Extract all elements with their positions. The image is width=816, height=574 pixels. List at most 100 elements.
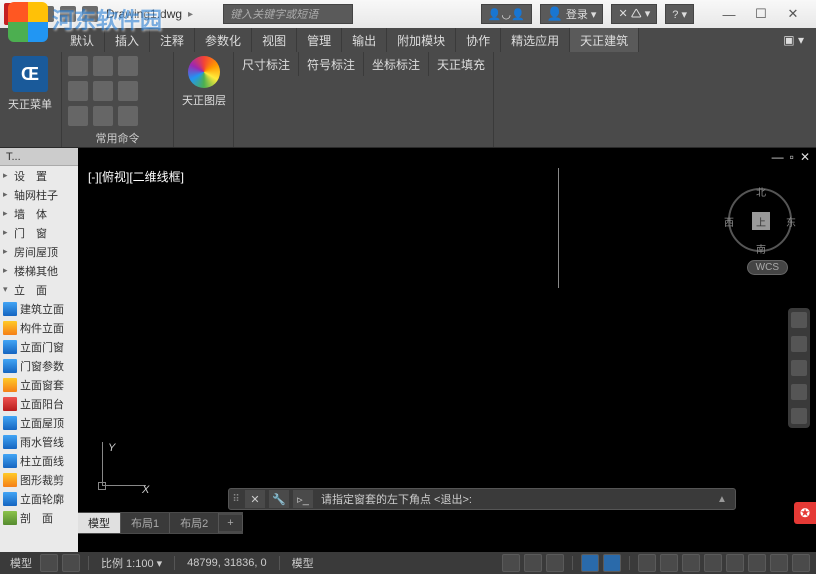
- palette-item[interactable]: 构件立面: [0, 318, 78, 337]
- palette-item[interactable]: 雨水管线: [0, 432, 78, 451]
- palette-item[interactable]: 立面屋顶: [0, 413, 78, 432]
- status-toggle[interactable]: [770, 554, 788, 572]
- login-button[interactable]: 👤登录 ▾: [540, 4, 604, 24]
- status-toggle[interactable]: [524, 554, 542, 572]
- drawing-canvas[interactable]: — ▫ ✕ [-][俯视][二维线框] 上 北 南 东 西 WCS Y X: [78, 148, 816, 554]
- qat-btn[interactable]: [60, 6, 76, 22]
- tool-icon[interactable]: [93, 81, 113, 101]
- palette-item[interactable]: 门窗参数: [0, 356, 78, 375]
- nav-zoom-icon[interactable]: [791, 360, 807, 376]
- tool-icon[interactable]: [68, 56, 88, 76]
- palette-group[interactable]: ▸房间屋顶: [0, 242, 78, 261]
- menu-default[interactable]: 默认: [60, 28, 105, 52]
- tab-add[interactable]: +: [219, 515, 242, 531]
- grip-icon[interactable]: ⠿: [229, 494, 243, 505]
- status-toggle[interactable]: [603, 554, 621, 572]
- palette-item[interactable]: 柱立面线: [0, 451, 78, 470]
- tool-icon[interactable]: [68, 106, 88, 126]
- status-toggle[interactable]: [660, 554, 678, 572]
- viewport-minimize-icon[interactable]: —: [772, 150, 784, 164]
- qat-btn[interactable]: [38, 6, 54, 22]
- palette-item[interactable]: 立面阳台: [0, 394, 78, 413]
- qat-btn[interactable]: [82, 6, 98, 22]
- history-up-icon[interactable]: ▲: [717, 494, 735, 505]
- tool-icon[interactable]: [118, 106, 138, 126]
- status-toggle[interactable]: [502, 554, 520, 572]
- tool-icon[interactable]: [68, 81, 88, 101]
- search-input[interactable]: 键入关键字或短语: [223, 4, 353, 24]
- palette-item[interactable]: 建筑立面: [0, 299, 78, 318]
- close-button[interactable]: ✕: [778, 4, 808, 24]
- menu-manage[interactable]: 管理: [297, 28, 342, 52]
- tab-layout2[interactable]: 布局2: [170, 513, 219, 533]
- ucs-icon[interactable]: Y X: [92, 442, 152, 502]
- tab-model[interactable]: 模型: [78, 513, 121, 533]
- snap-icon[interactable]: [62, 554, 80, 572]
- viewport-close-icon[interactable]: ✕: [800, 150, 810, 164]
- palette-tab[interactable]: T...: [0, 148, 78, 166]
- view-label[interactable]: [-][俯视][二维线框]: [88, 168, 184, 185]
- help-icon[interactable]: ? ▾: [665, 4, 694, 24]
- palette-group[interactable]: ▸楼梯其他: [0, 261, 78, 280]
- menu-featured[interactable]: 精选应用: [501, 28, 570, 52]
- status-toggle[interactable]: [748, 554, 766, 572]
- status-toggle[interactable]: [704, 554, 722, 572]
- status-toggle[interactable]: [726, 554, 744, 572]
- palette-item[interactable]: 立面轮廓: [0, 489, 78, 508]
- viewport-restore-icon[interactable]: ▫: [790, 150, 794, 164]
- palette-item[interactable]: 图形裁剪: [0, 470, 78, 489]
- palette-group[interactable]: ▸门 窗: [0, 223, 78, 242]
- notification-badge[interactable]: ✪: [794, 502, 816, 524]
- palette-item[interactable]: 剖 面: [0, 508, 78, 527]
- status-scale[interactable]: 比例 1:100 ▾: [97, 555, 166, 571]
- status-toggle[interactable]: [638, 554, 656, 572]
- maximize-button[interactable]: ☐: [746, 4, 776, 24]
- nav-showmotion-icon[interactable]: [791, 408, 807, 424]
- menu-view[interactable]: 视图: [252, 28, 297, 52]
- command-text[interactable]: 请指定窗套的左下角点 <退出>:: [315, 491, 717, 507]
- dim-symbol-button[interactable]: 符号标注: [299, 52, 364, 76]
- hatch-button[interactable]: 天正填充: [429, 52, 493, 76]
- menu-collab[interactable]: 协作: [456, 28, 501, 52]
- palette-group[interactable]: ▸墙 体: [0, 204, 78, 223]
- status-model[interactable]: 模型: [6, 555, 36, 571]
- menu-annotate[interactable]: 注释: [150, 28, 195, 52]
- palette-item[interactable]: 立面门窗: [0, 337, 78, 356]
- palette-group[interactable]: ▸设 置: [0, 166, 78, 185]
- minimize-button[interactable]: —: [714, 4, 744, 24]
- tangent-menu-button[interactable]: Œ 天正菜单: [6, 56, 54, 112]
- exchange-icon[interactable]: ✕ 🛆 ▾: [611, 4, 657, 24]
- dropdown-icon[interactable]: ▸: [188, 9, 193, 20]
- dim-size-button[interactable]: 尺寸标注: [234, 52, 299, 76]
- status-toggle[interactable]: [546, 554, 564, 572]
- status-space[interactable]: 模型: [288, 555, 318, 571]
- nav-orbit-icon[interactable]: [791, 384, 807, 400]
- grid-icon[interactable]: [40, 554, 58, 572]
- dim-coord-button[interactable]: 坐标标注: [364, 52, 429, 76]
- command-line[interactable]: ⠿ ✕ 🔧 ▹_ 请指定窗套的左下角点 <退出>: ▲: [228, 488, 736, 510]
- menu-insert[interactable]: 插入: [105, 28, 150, 52]
- close-icon[interactable]: ✕: [245, 490, 265, 508]
- wrench-icon[interactable]: 🔧: [269, 490, 289, 508]
- status-toggle[interactable]: [682, 554, 700, 572]
- search-icon[interactable]: 👤◡👤: [481, 4, 532, 24]
- app-icon[interactable]: A: [4, 3, 26, 25]
- menu-tangent[interactable]: 天正建筑: [570, 28, 639, 52]
- wcs-badge[interactable]: WCS: [747, 260, 788, 275]
- menu-addon[interactable]: 附加模块: [387, 28, 456, 52]
- nav-wheel-icon[interactable]: [791, 312, 807, 328]
- palette-group[interactable]: ▾立 面: [0, 280, 78, 299]
- nav-pan-icon[interactable]: [791, 336, 807, 352]
- palette-item[interactable]: 立面窗套: [0, 375, 78, 394]
- tool-icon[interactable]: [93, 106, 113, 126]
- view-cube[interactable]: 上 北 南 东 西: [728, 188, 792, 252]
- menu-output[interactable]: 输出: [342, 28, 387, 52]
- menu-parametric[interactable]: 参数化: [195, 28, 252, 52]
- status-toggle[interactable]: [581, 554, 599, 572]
- tool-icon[interactable]: [118, 81, 138, 101]
- status-customize-icon[interactable]: [792, 554, 810, 572]
- tool-icon[interactable]: [93, 56, 113, 76]
- menu-overflow-icon[interactable]: ▣ ▾: [783, 33, 804, 47]
- tab-layout1[interactable]: 布局1: [121, 513, 170, 533]
- layer-button[interactable]: 天正图层: [180, 56, 228, 108]
